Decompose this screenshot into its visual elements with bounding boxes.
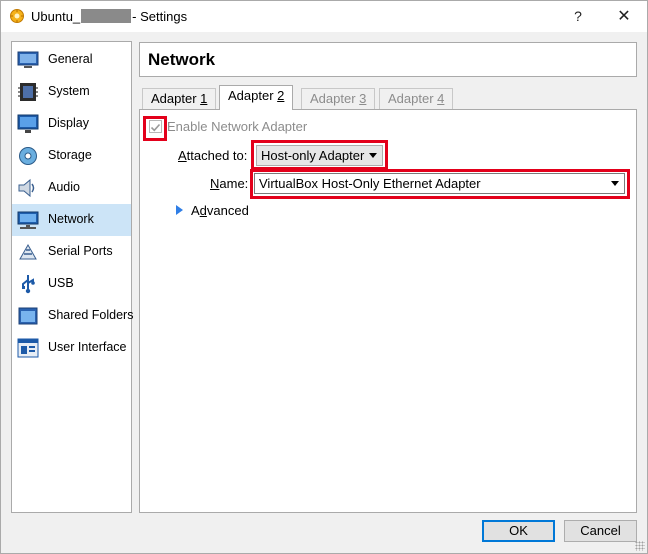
advanced-label: Advanced: [191, 203, 249, 218]
sidebar-item-usb[interactable]: USB: [12, 268, 131, 300]
general-icon: [17, 51, 39, 68]
tab-mnemonic: 3: [359, 91, 367, 106]
resize-grip-icon[interactable]: [635, 541, 645, 551]
sidebar-item-label: General: [48, 52, 93, 66]
advanced-label-prefix: A: [191, 203, 200, 218]
virtualbox-app-icon: [10, 9, 24, 23]
sidebar-item-network[interactable]: Network: [12, 204, 131, 236]
attached-to-mnemonic: A: [178, 148, 187, 163]
enable-adapter-label: Enable Network Adapter: [167, 119, 308, 134]
tab-mnemonic: 1: [200, 91, 208, 106]
system-icon: [18, 83, 38, 101]
storage-icon: [19, 147, 37, 165]
tab-mnemonic: 2: [277, 88, 285, 103]
window-title: Ubuntu_ - Settings: [31, 9, 187, 24]
usb-icon: [22, 275, 35, 294]
network-icon: [17, 211, 39, 229]
sidebar-item-user-interface[interactable]: User Interface: [12, 332, 131, 364]
sidebar-item-shared-folders[interactable]: Shared Folders: [12, 300, 134, 332]
checkbox-highlight-box: [143, 116, 167, 141]
audio-icon: [18, 178, 35, 198]
name-label-text: ame:: [219, 176, 249, 191]
redacted-vm-name: [81, 9, 132, 23]
sidebar-item-label: System: [48, 84, 90, 98]
sidebar-item-label: Network: [48, 212, 94, 226]
settings-window: Ubuntu_ - Settings ? ✕ General System Di…: [0, 0, 648, 554]
title-bar: Ubuntu_ - Settings ? ✕: [1, 1, 647, 32]
tab-adapter-2[interactable]: Adapter 2: [219, 85, 294, 110]
tab-label: Adapter: [388, 91, 438, 106]
tab-adapter-3[interactable]: Adapter 3: [301, 88, 376, 110]
tab-adapter-1[interactable]: Adapter 1: [142, 88, 217, 110]
advanced-mnemonic: d: [199, 203, 207, 218]
shared-folders-icon: [18, 307, 38, 325]
name-label: Name:: [210, 176, 248, 191]
page-title: Network: [148, 50, 216, 69]
sidebar-item-general[interactable]: General: [12, 44, 131, 76]
ok-button[interactable]: OK: [482, 520, 555, 542]
sidebar-item-system[interactable]: System: [12, 76, 131, 108]
sidebar-item-serial-ports[interactable]: Serial Ports: [12, 236, 131, 268]
help-button[interactable]: ?: [555, 1, 601, 32]
user-interface-icon: [17, 338, 39, 358]
display-icon: [17, 114, 39, 133]
sidebar-item-label: User Interface: [48, 340, 127, 354]
window-title-suffix: - Settings: [132, 9, 188, 24]
adapter-name-highlight-box: [250, 169, 630, 199]
attached-to-label: Attached to:: [178, 148, 247, 163]
close-button[interactable]: ✕: [601, 1, 647, 32]
name-mnemonic: N: [210, 176, 220, 191]
adapter-tabs: Adapter 1 Adapter 2 Adapter 3 Adapter 4: [139, 85, 637, 110]
sidebar-item-label: Shared Folders: [48, 308, 134, 322]
sidebar-item-label: Display: [48, 116, 89, 130]
tab-label: Adapter: [151, 91, 201, 106]
sidebar-item-display[interactable]: Display: [12, 108, 131, 140]
attached-to-label-text: ttached to:: [186, 148, 248, 163]
page-header: Network: [139, 42, 637, 77]
sidebar-item-audio[interactable]: Audio: [12, 172, 131, 204]
advanced-label-rest: vanced: [206, 203, 249, 218]
sidebar-item-label: Storage: [48, 148, 92, 162]
sidebar-item-storage[interactable]: Storage: [12, 140, 131, 172]
expand-arrow-icon: [176, 205, 183, 215]
sidebar-item-label: Audio: [48, 180, 80, 194]
tab-label: Adapter: [310, 91, 360, 106]
sidebar-item-label: USB: [48, 276, 74, 290]
tab-mnemonic: 4: [437, 91, 445, 106]
attached-to-highlight-box: [251, 140, 388, 170]
sidebar-item-label: Serial Ports: [48, 244, 113, 258]
settings-sidebar: General System Display Storage Audio Net…: [11, 41, 134, 513]
tab-adapter-4[interactable]: Adapter 4: [379, 88, 454, 110]
tab-label: Adapter: [228, 88, 278, 103]
cancel-button[interactable]: Cancel: [564, 520, 637, 542]
window-title-prefix: Ubuntu_: [31, 9, 81, 24]
serial-ports-icon: [19, 243, 37, 260]
